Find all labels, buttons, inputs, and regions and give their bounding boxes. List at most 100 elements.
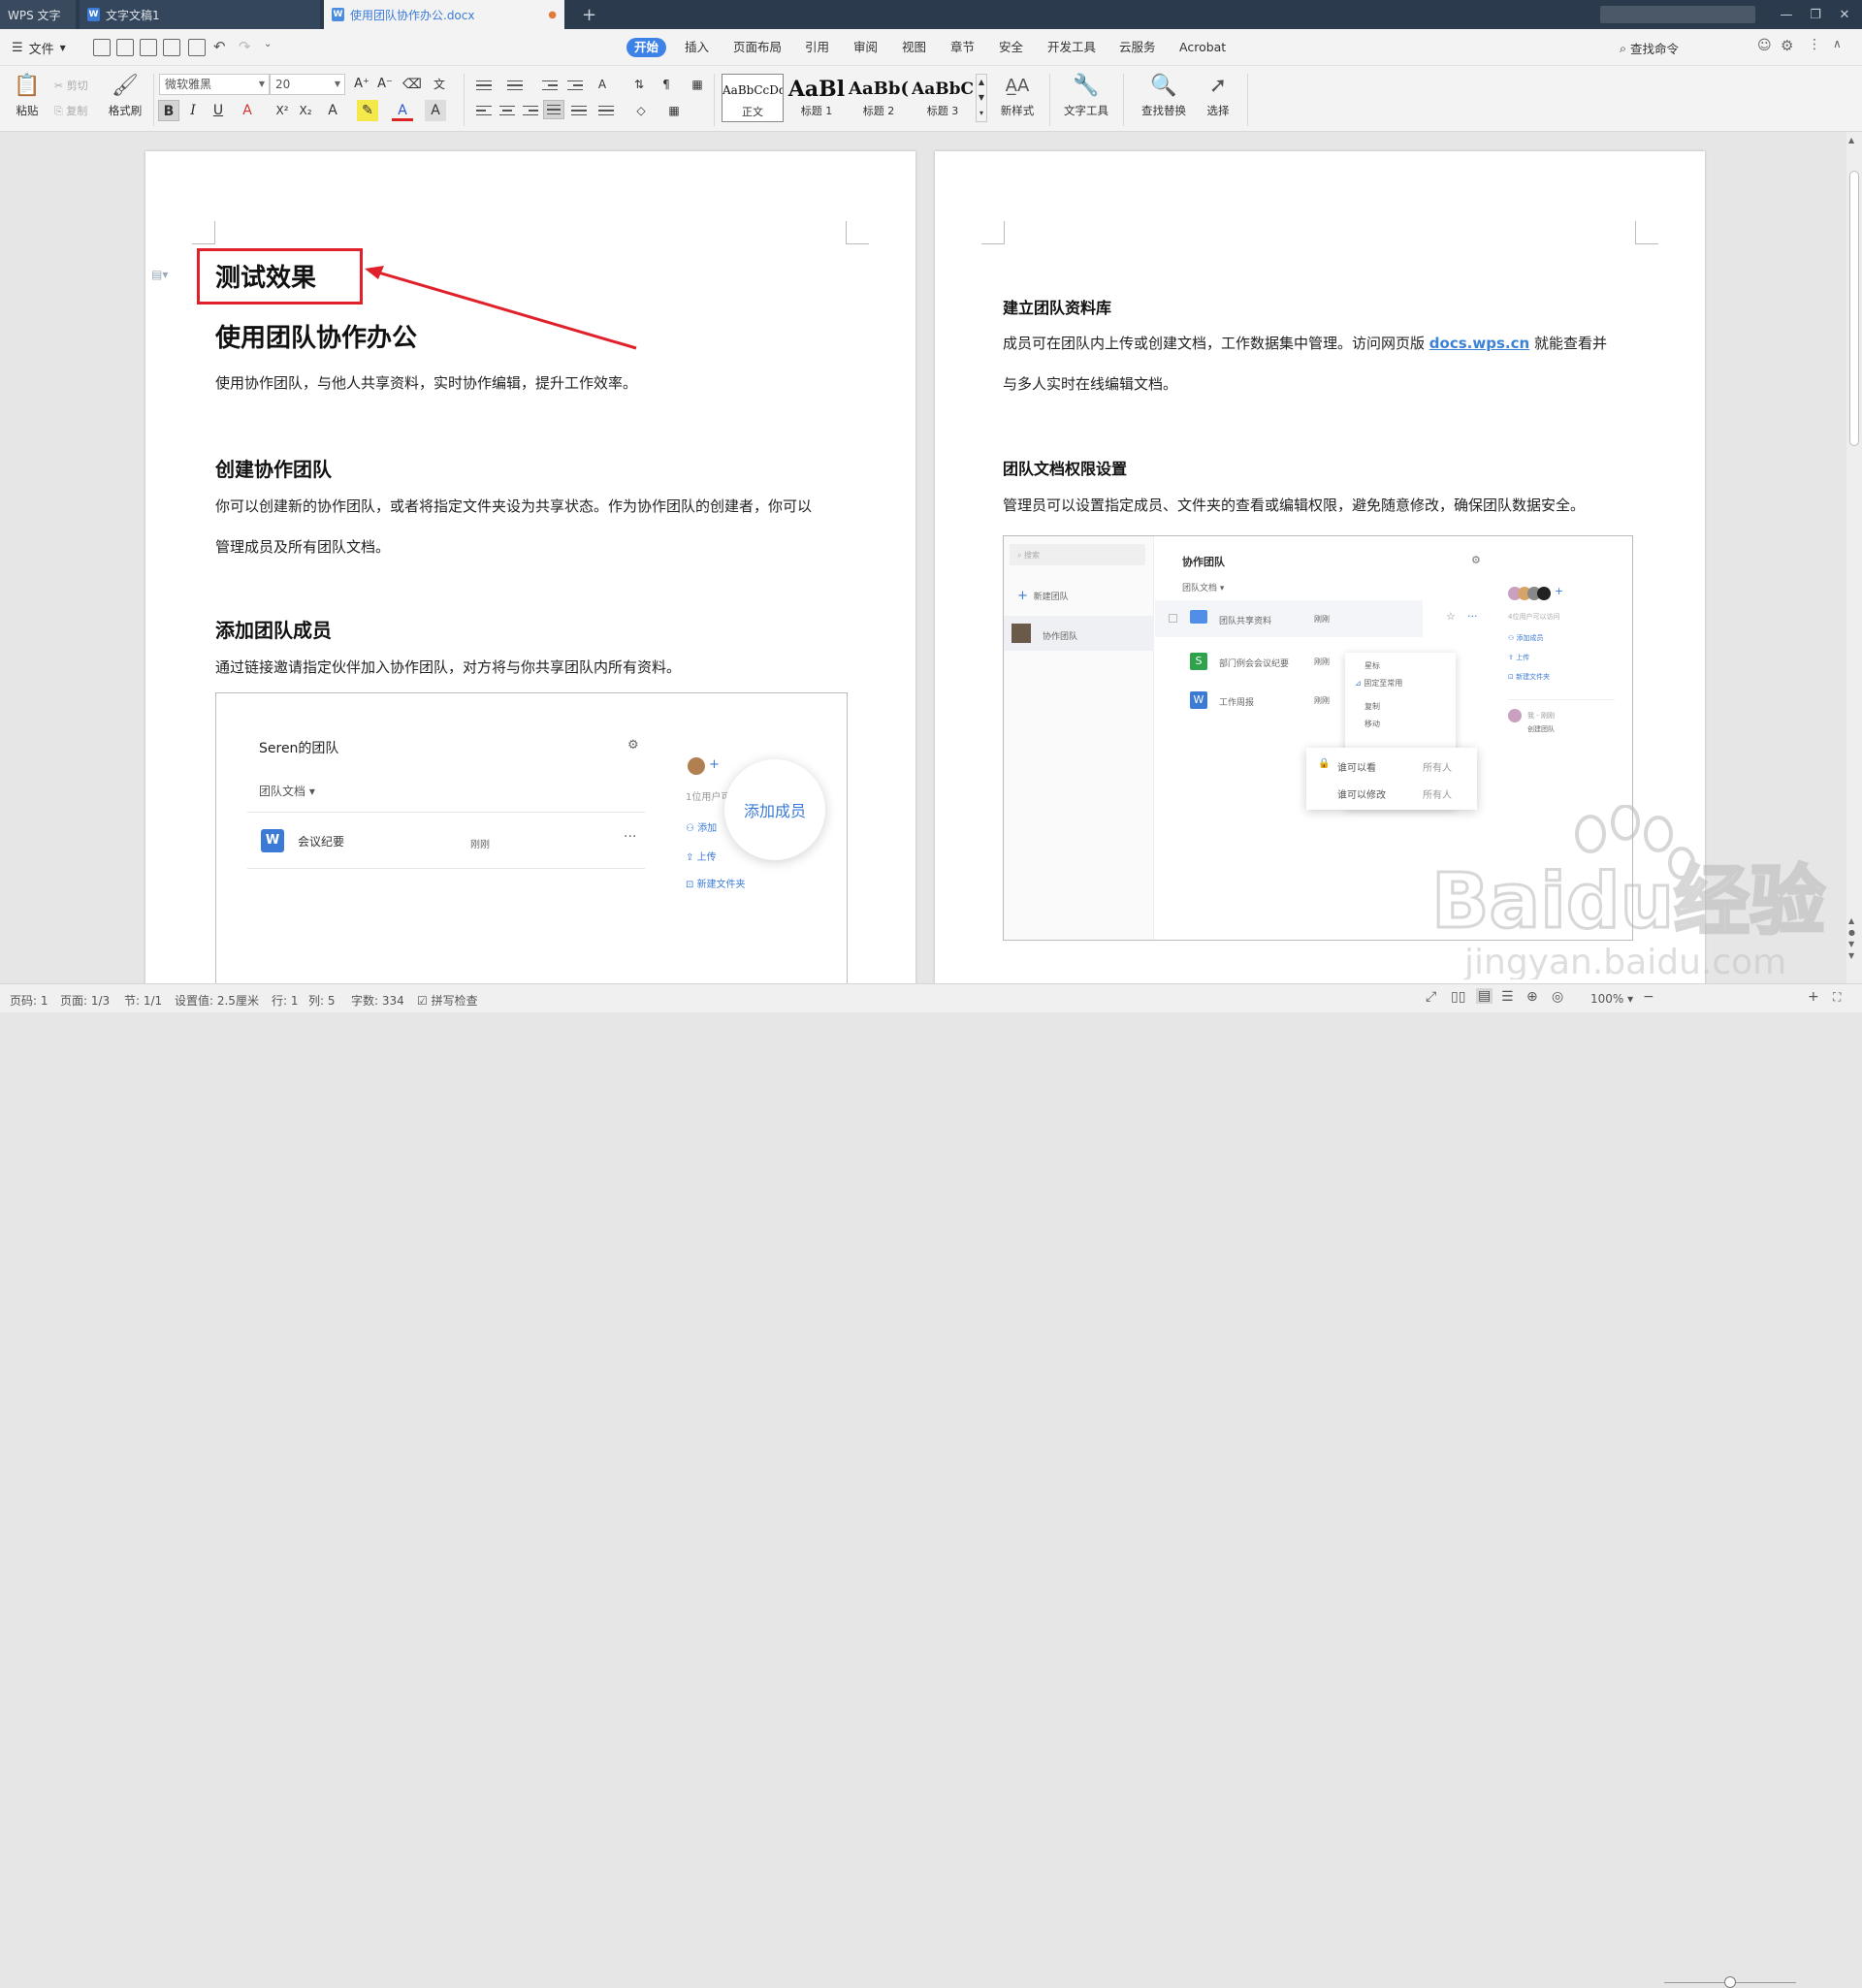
menu-cloud-service[interactable]: 云服务 (1111, 38, 1164, 57)
paste-button[interactable]: 📋 粘贴 (10, 72, 45, 118)
italic-button[interactable]: I (182, 100, 204, 121)
document-page-1[interactable]: ▤▾ 测试效果 使用团队协作办公 使用协作团队，与他人共享资料，实时协作编辑，提… (145, 151, 915, 985)
read-mode-icon[interactable]: ▯▯ (1451, 989, 1465, 1005)
restore-icon[interactable]: ❐ (1800, 0, 1831, 29)
status-word-count[interactable]: 字数: 334 (351, 992, 404, 1009)
page-view-icon[interactable]: ▤ (1476, 988, 1493, 1004)
find-replace-button[interactable]: 🔍 查找替换 (1135, 72, 1193, 118)
select-button[interactable]: ➚ 选择 (1197, 72, 1239, 118)
feedback-icon[interactable]: ☺ (1757, 38, 1772, 53)
menu-review[interactable]: 审阅 (846, 38, 885, 57)
menu-view[interactable]: 视图 (894, 38, 934, 57)
print-icon[interactable] (163, 39, 180, 56)
align-center-icon[interactable] (497, 101, 518, 120)
status-col[interactable]: 列: 5 (308, 992, 336, 1009)
align-right-icon[interactable] (520, 101, 541, 120)
chinese-layout-icon[interactable]: A (592, 74, 613, 95)
line-spacing-icon[interactable] (595, 101, 617, 120)
numbered-list-icon[interactable] (504, 76, 526, 95)
docs-link[interactable]: docs.wps.cn (1429, 335, 1529, 352)
clear-format-icon[interactable]: ⌫ (401, 74, 423, 95)
distribute-icon[interactable] (568, 101, 590, 120)
char-shading-icon[interactable]: A (425, 100, 446, 121)
text-effect-icon[interactable]: A (237, 100, 258, 121)
subscript-icon[interactable]: X₂ (295, 100, 316, 121)
close-icon[interactable]: ✕ (1829, 0, 1860, 29)
file-menu[interactable]: ☰ 文件 ▼ (12, 39, 66, 57)
menu-security[interactable]: 安全 (991, 38, 1031, 57)
web-view-icon[interactable]: ⊕ (1526, 989, 1538, 1005)
format-painter-button[interactable]: 🖌 格式刷 (105, 72, 145, 118)
superscript-icon[interactable]: X² (272, 100, 293, 121)
bullet-list-icon[interactable] (473, 76, 495, 95)
eye-protect-icon[interactable]: ◎ (1552, 989, 1563, 1005)
status-pages[interactable]: 页面: 1/3 (60, 992, 110, 1009)
fit-window-icon[interactable]: ⛶ (1833, 990, 1841, 1005)
print-preview-icon[interactable] (188, 39, 206, 56)
tab-wps-home[interactable]: WPS 文字 (0, 0, 76, 29)
zoom-slider-knob[interactable] (1724, 1976, 1736, 1988)
menu-references[interactable]: 引用 (797, 38, 837, 57)
decrease-indent-icon[interactable] (539, 76, 561, 95)
menu-insert[interactable]: 插入 (677, 38, 717, 57)
copy-button[interactable]: ⎘ 复制 (54, 103, 87, 118)
menu-developer-tools[interactable]: 开发工具 (1040, 38, 1104, 57)
save-icon[interactable] (116, 39, 134, 56)
style-heading-1[interactable]: AaBl 标题 1 (786, 74, 848, 122)
font-name-select[interactable]: 微软雅黑 ▼ (159, 74, 270, 95)
status-page[interactable]: 页码: 1 (10, 992, 48, 1009)
open-icon[interactable] (93, 39, 111, 56)
font-color-icon[interactable]: A (392, 100, 413, 121)
zoom-in-icon[interactable]: + (1808, 989, 1819, 1005)
outline-view-icon[interactable]: ☰ (1501, 989, 1514, 1005)
scroll-up-icon[interactable]: ▲ (1848, 136, 1854, 144)
heading-team-library[interactable]: 建立团队资料库 (1003, 295, 1111, 318)
spell-check-button[interactable]: ☑ 拼写检查 (417, 992, 478, 1009)
status-row[interactable]: 行: 1 (272, 992, 299, 1009)
borders-icon[interactable]: ▦ (663, 100, 685, 121)
zoom-out-icon[interactable]: − (1643, 989, 1654, 1005)
text-tools-button[interactable]: 🔧 文字工具 (1057, 72, 1115, 118)
menu-page-layout[interactable]: 页面布局 (725, 38, 789, 57)
shrink-font-icon[interactable]: A⁻ (374, 74, 396, 95)
show-marks-icon[interactable]: ¶ (656, 74, 677, 95)
paragraph-permissions[interactable]: 管理员可以设置指定成员、文件夹的查看或编辑权限，避免随意修改，确保团队数据安全。 (1003, 485, 1585, 526)
style-scroll[interactable]: ▲ ▼ ▾ (976, 74, 987, 122)
phonetic-guide-icon[interactable]: 文 (429, 74, 450, 95)
status-section[interactable]: 节: 1/1 (124, 992, 162, 1009)
collapse-ribbon-icon[interactable]: ∧ (1833, 37, 1842, 50)
scroll-page-icons[interactable]: ▲ ● ▼ ▼ (1848, 915, 1855, 962)
undo-icon[interactable]: ↶ (213, 38, 226, 55)
new-tab-button[interactable]: + (574, 0, 603, 29)
underline-button[interactable]: U (208, 100, 229, 121)
export-pdf-icon[interactable] (140, 39, 157, 56)
fullscreen-icon[interactable]: ⤢ (1426, 989, 1436, 1005)
search-command[interactable]: ⌕ 查找命令 (1620, 39, 1679, 57)
paragraph-team-library-1[interactable]: 成员可在团队内上传或创建文档，工作数据集中管理。访问网页版 docs.wps.c… (1003, 323, 1607, 364)
tab-document-1[interactable]: W 文字文稿1 (80, 0, 320, 29)
shading-icon[interactable]: ◇ (630, 100, 652, 121)
font-effect-icon[interactable]: A (322, 100, 343, 121)
user-account-area[interactable] (1600, 6, 1755, 23)
sort-icon[interactable]: ⇅ (628, 74, 650, 95)
more-icon[interactable]: ⋮ (1808, 37, 1821, 52)
align-left-icon[interactable] (473, 101, 495, 120)
bold-button[interactable]: B (158, 100, 179, 121)
menu-chapter[interactable]: 章节 (943, 38, 982, 57)
unsaved-dot-icon[interactable]: ● (548, 10, 557, 20)
minimize-icon[interactable]: — (1771, 0, 1802, 29)
style-heading-3[interactable]: AaBbC 标题 3 (912, 74, 974, 122)
style-normal[interactable]: AaBbCcDd 正文 (722, 74, 784, 122)
font-size-select[interactable]: 20 ▼ (270, 74, 345, 95)
table-layout-icon[interactable]: ▦ (687, 74, 708, 95)
cut-button[interactable]: ✂ 剪切 (54, 78, 88, 93)
menu-acrobat[interactable]: Acrobat (1172, 38, 1234, 57)
redo-icon[interactable]: ↷ (239, 38, 251, 55)
highlight-icon[interactable]: ✎ (357, 100, 378, 121)
menu-home[interactable]: 开始 (626, 38, 667, 57)
heading-permissions[interactable]: 团队文档权限设置 (1003, 456, 1127, 479)
tab-active-document[interactable]: W 使用团队协作办公.docx ● (324, 0, 564, 29)
justify-icon[interactable] (543, 100, 564, 119)
customize-toolbar-icon[interactable]: ⌄ (264, 39, 272, 49)
increase-indent-icon[interactable] (564, 76, 586, 95)
